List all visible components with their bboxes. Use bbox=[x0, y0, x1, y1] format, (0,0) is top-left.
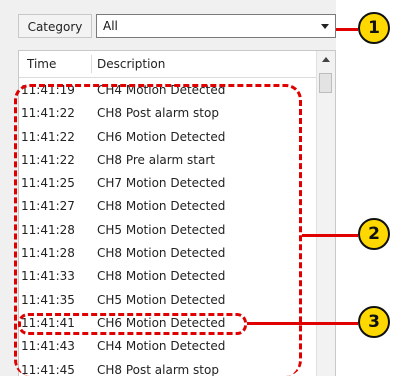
column-divider[interactable] bbox=[91, 55, 92, 73]
callout-badge-3: 3 bbox=[358, 306, 390, 338]
callout-line-1 bbox=[336, 28, 358, 31]
callout-line-2 bbox=[302, 234, 358, 237]
scrollbar-thumb[interactable] bbox=[319, 73, 332, 93]
scroll-up-arrow-icon[interactable] bbox=[322, 57, 330, 62]
callout-line-3 bbox=[247, 322, 358, 325]
vertical-scrollbar[interactable] bbox=[316, 51, 335, 376]
selected-row-highlight bbox=[18, 313, 247, 335]
list-header: Time Description bbox=[19, 51, 317, 78]
chevron-down-icon[interactable] bbox=[321, 24, 329, 29]
category-dropdown[interactable]: All bbox=[96, 14, 336, 38]
callout-badge-1: 1 bbox=[358, 12, 390, 44]
callout-badge-2: 2 bbox=[358, 218, 390, 250]
category-label: Category bbox=[18, 14, 92, 38]
column-header-time[interactable]: Time bbox=[27, 57, 56, 71]
category-selected-value: All bbox=[103, 19, 118, 33]
column-header-description[interactable]: Description bbox=[97, 57, 165, 71]
